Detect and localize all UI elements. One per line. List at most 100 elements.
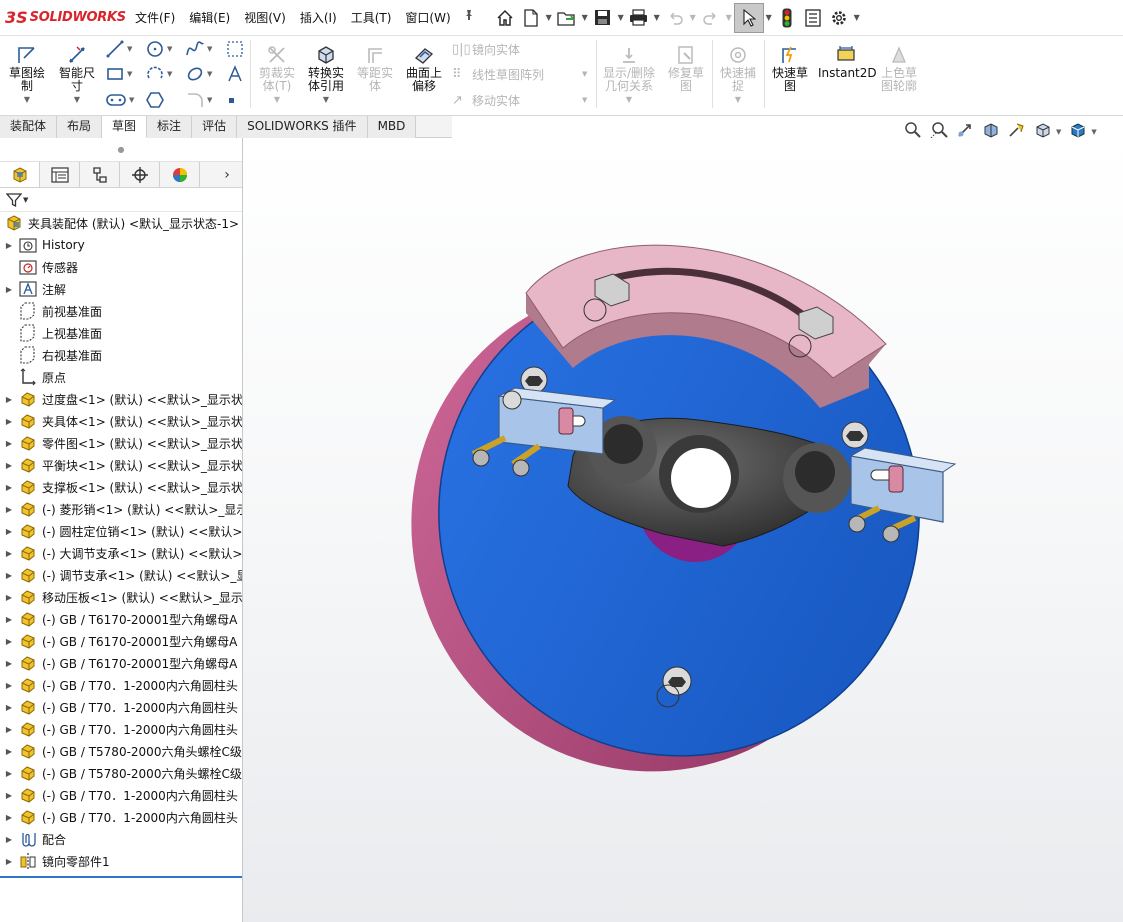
fixture-assembly-model[interactable] (243, 138, 1123, 922)
dimxpert-manager-tab-icon[interactable] (120, 162, 160, 187)
print-dropdown-arrow[interactable]: ▼ (652, 13, 662, 22)
offset-entities-button[interactable]: 等距实 体 (352, 40, 398, 110)
expand-arrow-icon[interactable]: ▶ (0, 549, 18, 558)
tree-node[interactable]: ▶ (-) GB / T70．1-2000内六角圆柱头 (0, 784, 242, 806)
move-dropdown-arrow[interactable]: ▼ (582, 96, 587, 104)
quick-snaps-dropdown-arrow[interactable]: ▼ (715, 95, 761, 104)
arc-tool[interactable]: ▼ (146, 63, 180, 85)
linear-pattern-dropdown-arrow[interactable]: ▼ (582, 70, 587, 78)
sketch-dropdown-arrow[interactable]: ▼ (4, 95, 50, 104)
instant2d-button[interactable]: Instant2D (818, 40, 877, 110)
display-delete-relations-button[interactable]: 显示/删除 几何关系 ▼ (598, 40, 660, 110)
smart-dimension-dropdown-arrow[interactable]: ▼ (54, 95, 100, 104)
expand-arrow-icon[interactable]: ▶ (0, 703, 18, 712)
tree-node[interactable]: ▶ (-) GB / T6170-20001型六角螺母A (0, 652, 242, 674)
repair-sketch-button[interactable]: 修复草 图 (663, 40, 709, 110)
rectangle-tool[interactable]: ▼ (106, 63, 140, 85)
tree-filter[interactable]: ▼ (0, 188, 242, 212)
menu-view[interactable]: 视图(V) (237, 6, 293, 30)
redo-dropdown-arrow[interactable]: ▼ (724, 13, 734, 22)
pin-icon[interactable] (460, 6, 478, 30)
tree-node[interactable]: ▶ 平衡块<1> (默认) <<默认>_显示状 (0, 454, 242, 476)
tab-mbd[interactable]: MBD (367, 116, 417, 138)
tree-node[interactable]: 前视基准面 (0, 300, 242, 322)
tab-assembly[interactable]: 装配体 (0, 116, 58, 138)
tree-node[interactable]: ▶ (-) GB / T70．1-2000内六角圆柱头 (0, 674, 242, 696)
tab-sketch[interactable]: 草图 (102, 116, 148, 138)
expand-arrow-icon[interactable]: ▶ (0, 505, 18, 514)
linear-pattern-button[interactable]: ⠿ 线性草图阵列 ▼ (452, 63, 587, 85)
fillet-tool[interactable]: ▼ (186, 89, 220, 111)
options-dropdown-arrow[interactable]: ▼ (852, 13, 862, 22)
tree-node[interactable]: ▶ 夹具体<1> (默认) <<默认>_显示状 (0, 410, 242, 432)
select-dropdown-arrow[interactable]: ▼ (764, 13, 774, 22)
expand-arrow-icon[interactable]: ▶ (0, 769, 18, 778)
circle-tool[interactable]: ▼ (146, 38, 180, 60)
tree-node[interactable]: ▶ 镜向零部件1 (0, 850, 242, 872)
tree-node[interactable]: 传感器 (0, 256, 242, 278)
tab-evaluate[interactable]: 评估 (192, 116, 238, 138)
solidworks-logo[interactable]: 3S SOLIDWORKS (0, 8, 128, 27)
panel-grip-handle[interactable]: ● (0, 138, 242, 162)
new-document-icon[interactable] (518, 3, 544, 33)
convert-entities-button[interactable]: 转换实 体引用 ▼ (303, 40, 349, 110)
quick-snaps-button[interactable]: 快速捕 捉 ▼ (715, 40, 761, 110)
tree-node[interactable]: ▶ 零件图<1> (默认) <<默认>_显示状 (0, 432, 242, 454)
tree-node[interactable]: ▶ 过度盘<1> (默认) <<默认>_显示状 (0, 388, 242, 410)
mirror-entities-button[interactable]: ▯|▯ 镜向实体 (452, 38, 520, 60)
expand-arrow-icon[interactable]: ▶ (0, 813, 18, 822)
trim-entities-button[interactable]: 剪裁实 体(T) ▼ (254, 40, 300, 110)
line-tool[interactable]: ▼ (106, 38, 140, 60)
home-icon[interactable] (492, 3, 518, 33)
offset-on-surface-button[interactable]: 曲面上 偏移 (401, 40, 447, 110)
expand-arrow-icon[interactable]: ▶ (0, 791, 18, 800)
tree-node[interactable]: ▶ (-) 圆柱定位销<1> (默认) <<默认> (0, 520, 242, 542)
tree-node[interactable]: 原点 (0, 366, 242, 388)
feature-tree-tab-icon[interactable] (0, 162, 40, 187)
trim-dropdown-arrow[interactable]: ▼ (254, 95, 300, 104)
expand-arrow-icon[interactable]: ▶ (0, 637, 18, 646)
smart-dimension-button[interactable]: 智能尺 寸 ▼ (54, 40, 100, 110)
save-dropdown-arrow[interactable]: ▼ (616, 13, 626, 22)
expand-arrow-icon[interactable]: ▶ (0, 439, 18, 448)
expand-arrow-icon[interactable]: ▶ (0, 483, 18, 492)
tree-node[interactable]: ▶ 配合 (0, 828, 242, 850)
expand-arrow-icon[interactable]: ▶ (0, 461, 18, 470)
graphics-area[interactable] (243, 138, 1123, 922)
menu-file[interactable]: 文件(F) (128, 6, 182, 30)
tree-node[interactable]: 上视基准面 (0, 322, 242, 344)
print-icon[interactable] (626, 3, 652, 33)
tree-node[interactable]: ▶ 支撑板<1> (默认) <<默认>_显示状 (0, 476, 242, 498)
expand-arrow-icon[interactable]: ▶ (0, 527, 18, 536)
assembly-root-node[interactable]: 夹具装配体 (默认) <默认_显示状态-1> (0, 212, 242, 234)
tab-solidworks-addins[interactable]: SOLIDWORKS 插件 (237, 116, 368, 138)
tree-node[interactable]: ▶ (-) GB / T70．1-2000内六角圆柱头 (0, 718, 242, 740)
expand-arrow-icon[interactable]: ▶ (0, 725, 18, 734)
expand-arrow-icon[interactable]: ▶ (0, 747, 18, 756)
tree-node[interactable]: ▶ (-) 大调节支承<1> (默认) <<默认>_ (0, 542, 242, 564)
tree-node[interactable]: ▶ (-) GB / T5780-2000六角头螺栓C级 (0, 740, 242, 762)
shaded-sketch-contours-button[interactable]: 上色草 图轮廓 (876, 40, 922, 110)
tree-node[interactable]: ▶ (-) GB / T5780-2000六角头螺栓C级 (0, 762, 242, 784)
expand-arrow-icon[interactable]: ▶ (0, 681, 18, 690)
undo-icon[interactable] (662, 3, 688, 33)
display-manager-tab-icon[interactable] (160, 162, 200, 187)
move-entities-button[interactable]: ↗ 移动实体 ▼ (452, 89, 587, 111)
tree-node[interactable]: ▶ (-) 菱形销<1> (默认) <<默认>_显示 (0, 498, 242, 520)
open-icon[interactable] (554, 3, 580, 33)
expand-arrow-icon[interactable]: ▶ (0, 857, 18, 866)
redo-icon[interactable] (698, 3, 724, 33)
polygon-tool[interactable] (146, 89, 180, 111)
tree-node[interactable]: ▶ (-) GB / T6170-20001型六角螺母A (0, 630, 242, 652)
slot-tool[interactable]: ▼ (106, 89, 140, 111)
rapid-sketch-button[interactable]: 快速草 图 (767, 40, 813, 110)
rebuild-traffic-light-icon[interactable] (774, 3, 800, 33)
select-arrow-icon[interactable] (733, 2, 764, 33)
tree-node[interactable]: ▶ (-) GB / T70．1-2000内六角圆柱头 (0, 696, 242, 718)
tree-node[interactable]: ▶ (-) 调节支承<1> (默认) <<默认>_显 (0, 564, 242, 586)
expand-arrow-icon[interactable]: ▶ (0, 615, 18, 624)
file-properties-icon[interactable] (800, 3, 826, 33)
menu-edit[interactable]: 编辑(E) (182, 6, 237, 30)
menu-tools[interactable]: 工具(T) (344, 6, 399, 30)
expand-arrow-icon[interactable]: ▶ (0, 593, 18, 602)
